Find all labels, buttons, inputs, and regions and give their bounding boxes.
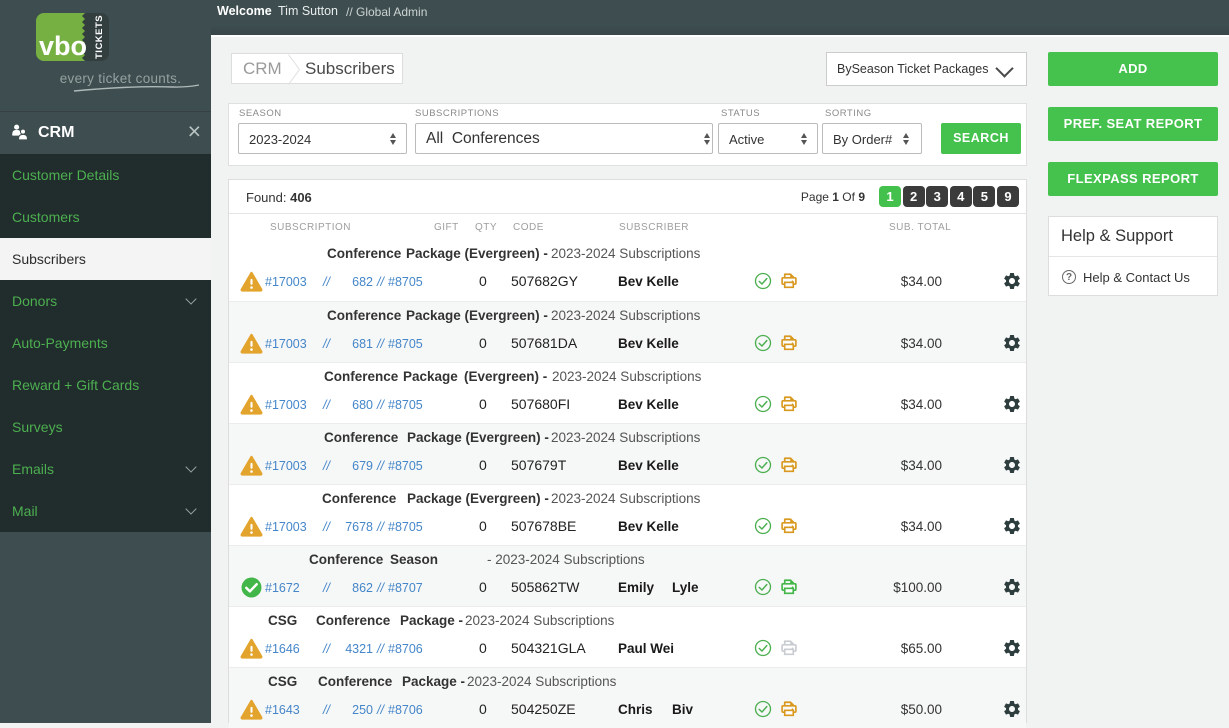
svg-text:TICKETS: TICKETS (94, 15, 105, 59)
svg-text:vbo: vbo (39, 31, 87, 61)
